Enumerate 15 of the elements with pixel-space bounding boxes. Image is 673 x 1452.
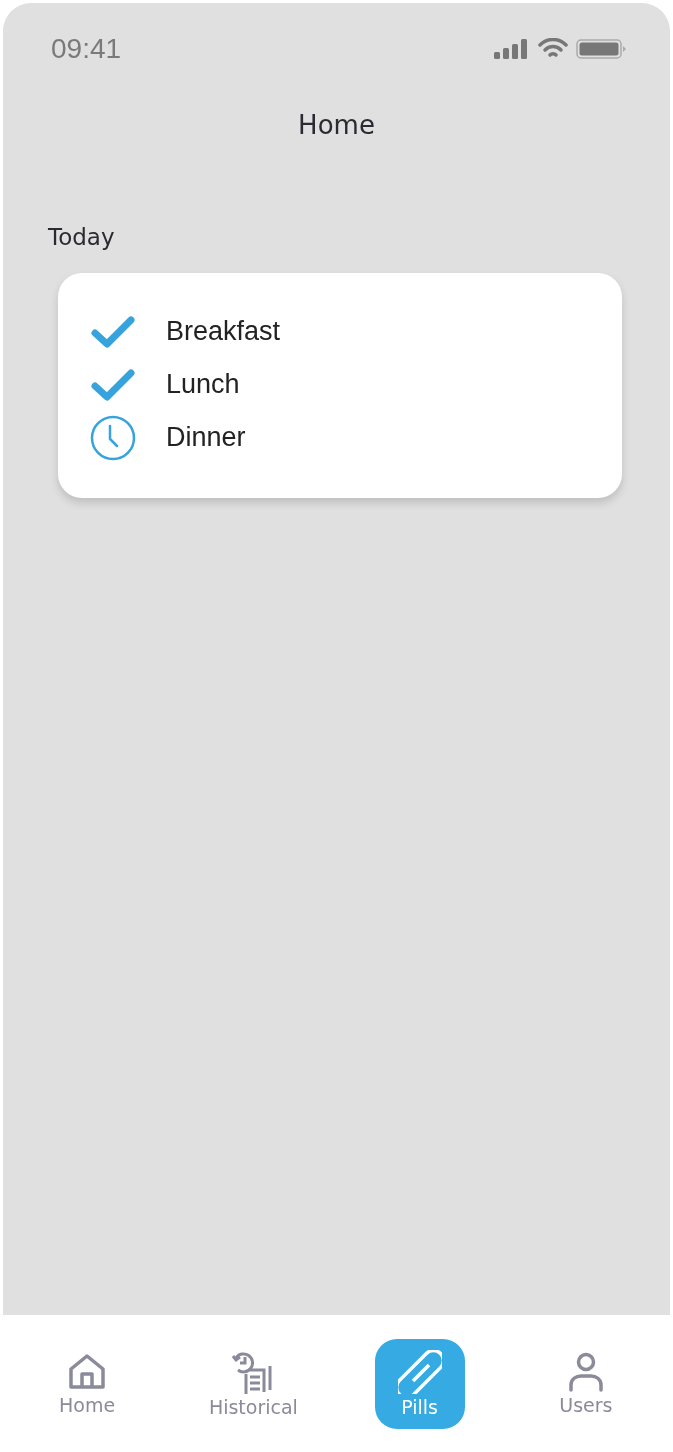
section-heading: Today xyxy=(48,224,116,250)
home-icon xyxy=(67,1351,108,1392)
screen-title: Home xyxy=(298,110,375,140)
user-icon xyxy=(566,1351,605,1392)
wifi-icon xyxy=(538,38,568,60)
nav-tab[interactable]: Historical xyxy=(193,1338,314,1429)
meal-label: Dinner xyxy=(166,422,246,453)
meal-label: Lunch xyxy=(166,369,240,400)
status-time: 09:41 xyxy=(51,33,122,65)
nav-tab[interactable]: Pills xyxy=(374,1338,465,1429)
nav-tab[interactable]: Users xyxy=(525,1338,646,1429)
nav-tab[interactable]: Home xyxy=(27,1338,148,1429)
signal-icon xyxy=(494,39,530,59)
battery-icon xyxy=(576,39,626,59)
meal-label: Breakfast xyxy=(166,316,281,347)
